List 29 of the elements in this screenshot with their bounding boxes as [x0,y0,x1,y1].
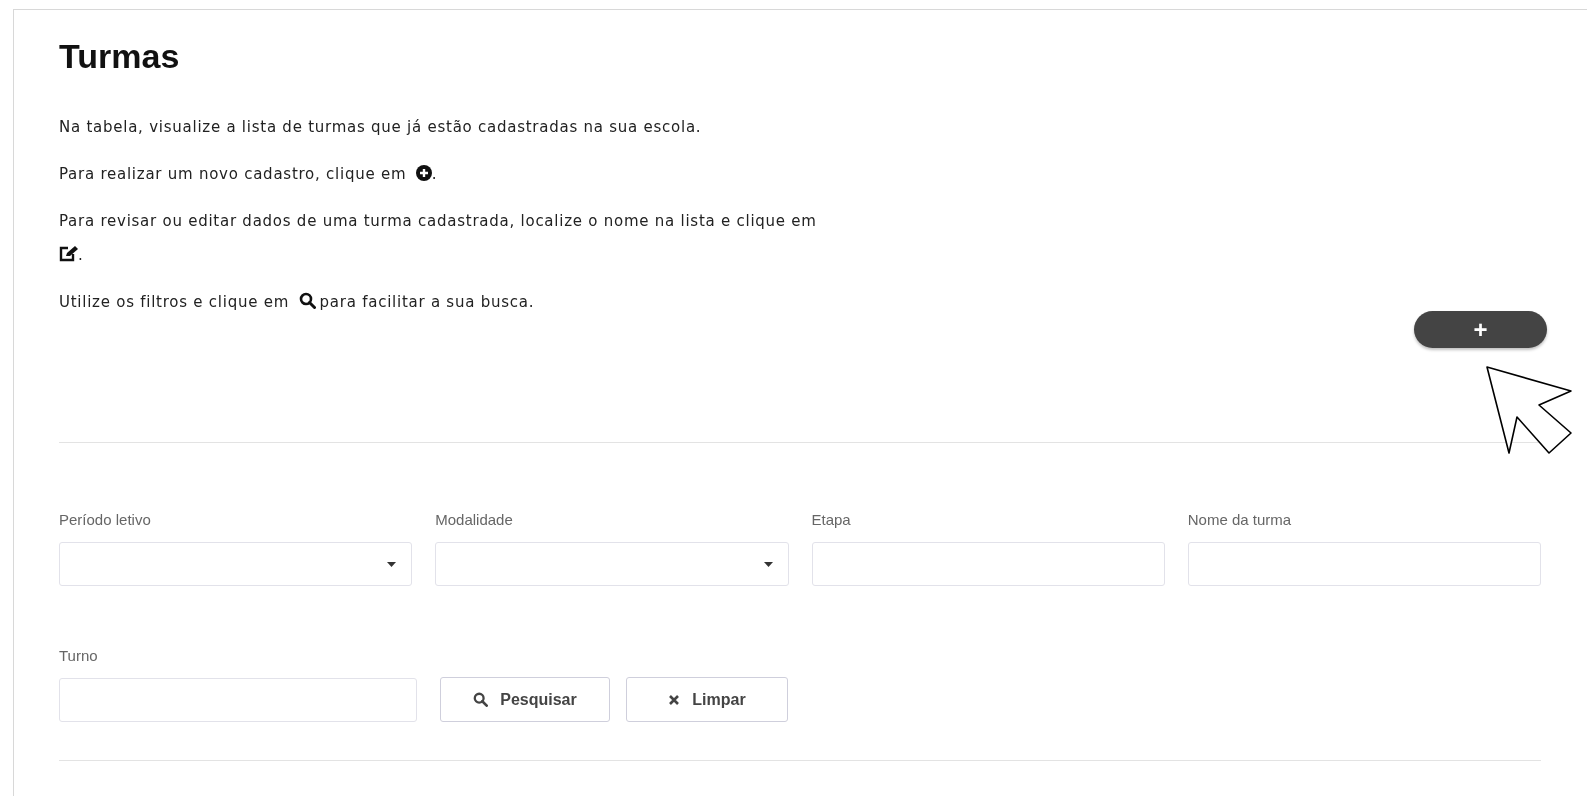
field-label: Etapa [811,511,852,528]
input-field[interactable] [59,678,417,722]
instruction-text: . [78,246,84,264]
page-title: Turmas [59,36,181,76]
search-button[interactable]: Pesquisar [440,677,610,722]
field-label: Nome da turma [1187,511,1293,528]
edit-icon [59,246,78,262]
plus-circle-icon [415,165,432,181]
instruction-text: para facilitar a sua busca. [319,293,535,311]
input-field[interactable] [811,542,1165,586]
add-button[interactable]: + [1414,311,1547,348]
instruction-text: Na tabela, visualize a lista de turmas que já estão cadastradas na sua escola. [59,118,702,136]
input-field[interactable] [1187,542,1541,586]
close-icon [668,693,681,706]
dropdown-field[interactable] [59,542,413,586]
instruction-text: Para realizar um novo cadastro, clique em [59,165,407,183]
search-icon [473,692,489,707]
caret-icon [387,561,397,567]
field-label: Turno [59,647,99,664]
instruction-text: Utilize os filtros e clique em [59,293,290,311]
search-icon [298,292,316,309]
instruction-text: Para revisar ou editar dados de uma turma cadastrada, localize o nome na lista e clique em [59,212,817,230]
field-label: Período letivo [59,511,152,528]
caret-icon [763,561,773,567]
cursor-icon [1485,365,1575,457]
instruction-text: . [431,165,438,183]
field-label: Modalidade [435,511,514,528]
clear-button[interactable]: Limpar [626,677,788,722]
dropdown-field[interactable] [435,542,789,586]
